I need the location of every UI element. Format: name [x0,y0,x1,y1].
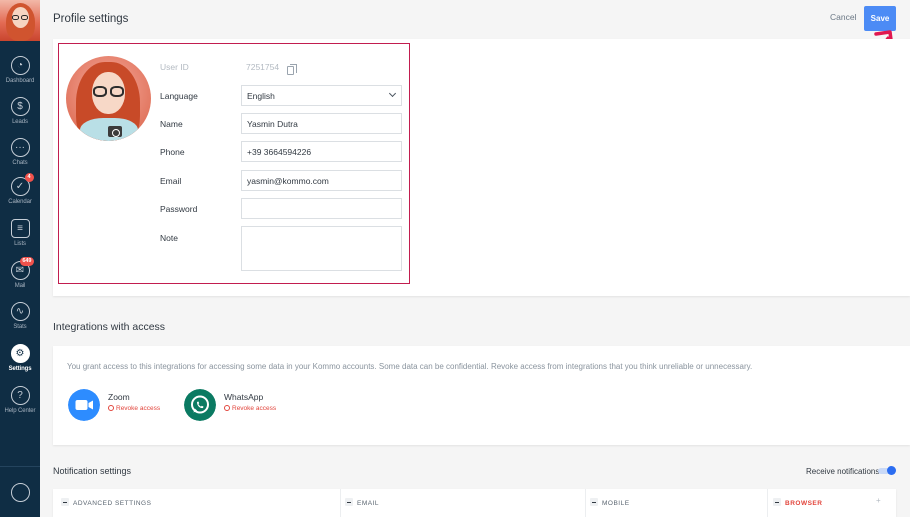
copy-icon[interactable] [287,64,297,75]
note-label: Note [160,233,178,243]
main-content: Profile settings Cancel Save User ID 725… [40,0,910,517]
phone-field[interactable]: +39 3664594226 [241,141,402,162]
notification-settings-title: Notification settings [53,466,132,476]
list-icon: ≡ [10,219,30,238]
integrations-card: You grant access to this integrations fo… [53,346,910,445]
name-field[interactable]: Yasmin Dutra [241,113,402,134]
user-id-value: 7251754 [246,62,280,72]
sidebar-item-stats[interactable]: ∿ Stats [0,300,40,344]
language-select[interactable]: English [241,85,402,106]
check-circle-icon: ✓ 4 [10,173,34,196]
sidebar-item-chats[interactable]: ··· Chats [0,136,40,180]
password-field[interactable] [241,198,402,219]
collapse-icon [590,498,598,506]
zoom-icon [68,389,100,421]
mail-icon: ✉ 649 [10,257,34,280]
whatsapp-icon [184,389,216,421]
language-label: Language [160,91,198,101]
mail-badge: 649 [20,257,34,266]
column-email[interactable]: EMAIL [345,497,379,507]
dollar-icon: $ [10,97,30,116]
name-label: Name [160,119,183,129]
integrations-title: Integrations with access [53,321,166,333]
phone-label: Phone [160,147,185,157]
sidebar-bottom-button[interactable] [0,466,40,517]
integrations-description: You grant access to this integrations fo… [67,362,753,371]
dashboard-icon: ◔ [10,56,30,75]
user-avatar[interactable] [0,0,40,41]
sidebar-item-calendar[interactable]: ✓ 4 Calendar [0,173,40,219]
collapse-icon [773,498,781,506]
sidebar: ◔ Dashboard $ Leads ··· Chats ✓ 4 Calend… [0,0,40,517]
notification-table-header: ADVANCED SETTINGS EMAIL MOBILE BROWSER + [53,489,896,517]
collapse-icon [345,498,353,506]
help-icon: ? [10,386,30,405]
profile-photo[interactable] [66,56,151,141]
profile-form-highlight: User ID 7251754 Language English Name Ya… [58,43,410,284]
page-title: Profile settings [53,13,129,25]
email-label: Email [160,176,182,186]
collapse-icon [61,498,69,506]
column-advanced-settings[interactable]: ADVANCED SETTINGS [61,497,151,507]
profile-card: User ID 7251754 Language English Name Ya… [53,39,910,296]
sidebar-item-dashboard[interactable]: ◔ Dashboard [0,54,40,98]
sidebar-item-settings[interactable]: ⚙ Settings [0,342,40,386]
password-label: Password [160,204,198,214]
chat-icon: ··· [10,138,30,157]
revoke-icon [224,405,230,411]
chat-bubble-icon [10,482,30,502]
add-column-icon[interactable]: + [876,496,881,505]
revoke-icon [108,405,114,411]
sidebar-item-mail[interactable]: ✉ 649 Mail [0,257,40,303]
column-browser[interactable]: BROWSER [773,497,822,507]
zoom-revoke-link[interactable]: Revoke access [108,404,160,412]
sidebar-item-lists[interactable]: ≡ Lists [0,217,40,261]
column-mobile[interactable]: MOBILE [590,497,630,507]
sidebar-item-help-center[interactable]: ? Help Center [0,384,40,428]
receive-notifications-label: Receive notifications [806,467,880,476]
camera-icon[interactable] [108,126,122,137]
wrench-icon: ⚙ [10,344,30,363]
note-field[interactable] [241,226,402,271]
whatsapp-revoke-link[interactable]: Revoke access [224,404,276,412]
stats-icon: ∿ [10,302,30,321]
calendar-badge: 4 [24,173,34,182]
receive-notifications-toggle[interactable] [878,466,896,475]
user-id-label: User ID [160,62,189,72]
sidebar-item-leads[interactable]: $ Leads [0,95,40,139]
chevron-down-icon [388,89,397,98]
email-field[interactable]: yasmin@kommo.com [241,170,402,191]
